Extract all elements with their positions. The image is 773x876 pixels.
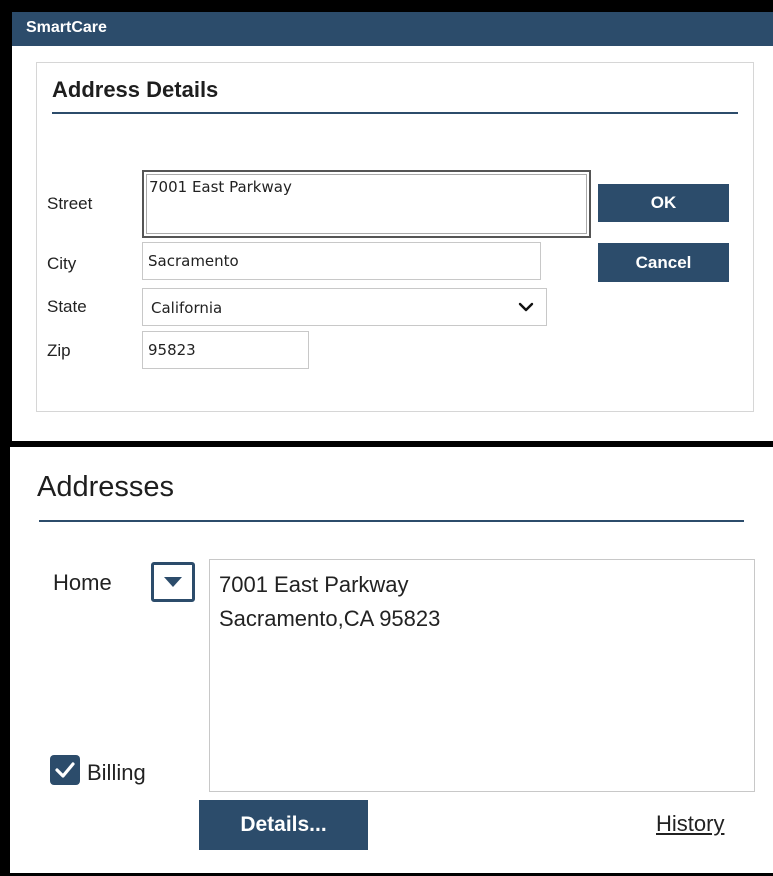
address-details-window: SmartCare Address Details Street 7001 Ea… [0,0,773,447]
address-type-dropdown[interactable] [151,562,195,602]
zip-label: Zip [47,341,71,360]
street-input[interactable]: 7001 East Parkway [142,170,591,238]
state-label: State [47,297,87,316]
caret-down-icon [164,577,182,587]
addresses-divider [39,520,744,522]
app-title: SmartCare [26,19,107,36]
city-label: City [47,254,77,273]
dialog-heading: Address Details [52,77,219,102]
ok-button[interactable]: OK [598,184,729,222]
cancel-button[interactable]: Cancel [598,243,729,282]
addresses-section: Addresses Home 7001 East Parkway Sacrame… [0,447,773,876]
address-line-1: 7001 East Parkway [219,572,409,597]
heading-divider [52,112,738,114]
city-input[interactable] [142,242,541,280]
details-button[interactable]: Details... [199,800,368,850]
billing-checkbox[interactable] [50,755,80,785]
address-line-2: Sacramento,CA 95823 [219,606,441,631]
checkmark-icon [55,762,75,778]
billing-label: Billing [87,760,146,785]
address-details-panel: Address Details Street 7001 East Parkway… [36,62,754,412]
street-label: Street [47,194,93,213]
dialog-frame: SmartCare Address Details Street 7001 Ea… [12,12,773,441]
zip-input[interactable] [142,331,309,369]
addresses-heading: Addresses [37,471,175,503]
history-link[interactable]: History [656,811,724,837]
state-selected-value: California [151,299,223,317]
chevron-down-icon [518,302,534,312]
state-select[interactable]: California [142,288,547,326]
left-frame-edge [0,447,10,876]
address-display-box: 7001 East Parkway Sacramento,CA 95823 [209,559,755,792]
address-type-label: Home [53,570,112,595]
titlebar: SmartCare [12,12,773,46]
